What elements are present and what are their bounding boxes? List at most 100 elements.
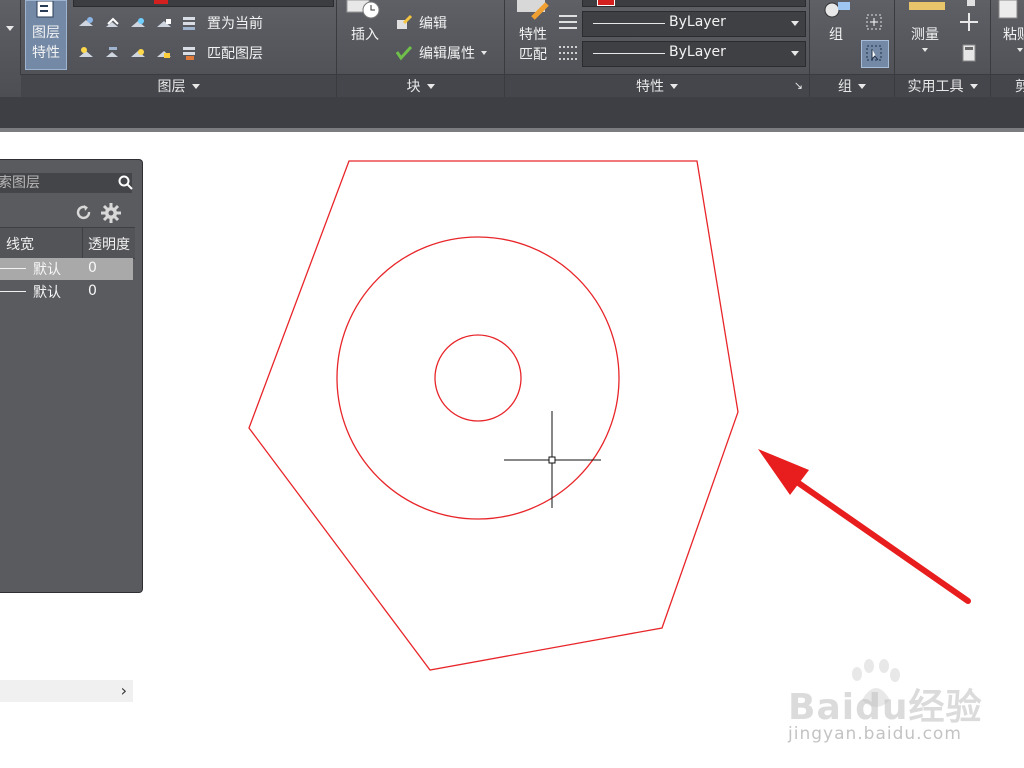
watermark-url: jingyan.baidu.com bbox=[788, 724, 962, 744]
layer-properties-icon bbox=[36, 1, 54, 18]
insert-label: 插入 bbox=[351, 27, 379, 43]
refresh-icon[interactable] bbox=[75, 204, 93, 222]
utilities-panel-title: 实用工具 bbox=[907, 79, 964, 95]
chevron-down-icon bbox=[426, 83, 435, 89]
clipboard-icon bbox=[998, 0, 1018, 19]
block-panel-title: 块 bbox=[406, 79, 421, 95]
watermark-brand: Baidu经验 bbox=[788, 687, 983, 728]
chevron-down-icon bbox=[858, 83, 866, 89]
match-properties-label-1: 特性 bbox=[519, 27, 547, 43]
lineweight-sample bbox=[0, 291, 26, 292]
search-icon[interactable] bbox=[118, 175, 134, 191]
dialog-launcher-icon[interactable]: ↘ bbox=[794, 79, 803, 92]
insert-block-icon bbox=[346, 0, 380, 19]
layer-unlock-icon[interactable] bbox=[155, 44, 173, 62]
calculator-icon[interactable] bbox=[959, 43, 979, 63]
layer-properties-button[interactable]: 图层 特性 bbox=[25, 0, 67, 70]
edit-attributes-icon[interactable] bbox=[395, 44, 413, 62]
transparency-column-header[interactable]: 透明度 bbox=[88, 234, 130, 254]
measure-button[interactable]: 测量 bbox=[899, 0, 951, 68]
layer-thaw-icon[interactable] bbox=[129, 44, 147, 62]
lineweight-icon bbox=[559, 46, 577, 60]
layer-dropdown[interactable] bbox=[73, 0, 334, 7]
linetype-value: ByLayer bbox=[669, 14, 726, 30]
annotation-arrow-icon bbox=[758, 449, 971, 604]
paste-label[interactable]: 粘贴 bbox=[1003, 25, 1024, 45]
point-icon[interactable] bbox=[959, 12, 979, 32]
layer-search-input[interactable]: 索图层 bbox=[0, 173, 132, 193]
properties-panel-title: 特性 bbox=[636, 79, 664, 95]
edit-attributes-label[interactable]: 编辑属性 bbox=[419, 43, 475, 63]
ribbon-left-arrow[interactable] bbox=[6, 26, 14, 31]
edit-block-label[interactable]: 编辑 bbox=[419, 13, 447, 33]
group-panel-footer[interactable]: 组 bbox=[810, 74, 894, 97]
linetype-select[interactable]: ByLayer bbox=[582, 11, 806, 37]
set-current-icon[interactable] bbox=[181, 14, 199, 32]
layer-off-icon[interactable] bbox=[77, 14, 95, 32]
group-selection-toggle[interactable] bbox=[861, 40, 889, 68]
layer-lock-icon[interactable] bbox=[155, 14, 173, 32]
clipboard-ribbon-panel: 粘贴 剪 bbox=[991, 0, 1024, 97]
group-panel-title: 组 bbox=[838, 79, 852, 95]
chevron-down-icon[interactable] bbox=[481, 51, 487, 55]
transparency-value: 0 bbox=[88, 283, 97, 299]
clipboard-panel-title: 剪 bbox=[1015, 79, 1024, 95]
gear-icon[interactable] bbox=[101, 203, 121, 223]
group-button[interactable]: 组 bbox=[814, 0, 858, 68]
utilities-ribbon-panel: 测量 实用工具 bbox=[895, 0, 991, 97]
chevron-down-icon bbox=[191, 83, 200, 89]
layer-isolate-icon[interactable] bbox=[103, 14, 121, 32]
ribbon: 图层 特性 置为当前 匹配图层 图层 插入 编辑 编辑属性 块 特性 匹配 By… bbox=[0, 0, 1024, 97]
chevron-down-icon bbox=[969, 83, 978, 89]
layer-table-header: 线宽 透明度 bbox=[0, 227, 135, 259]
layer-freeze-icon[interactable] bbox=[129, 14, 147, 32]
insert-button[interactable]: 插入 bbox=[339, 0, 387, 68]
lineweight-column-header[interactable]: 线宽 bbox=[6, 234, 34, 254]
match-properties-icon bbox=[517, 0, 549, 20]
chevron-down-icon bbox=[1017, 48, 1023, 52]
match-layer-icon[interactable] bbox=[181, 44, 199, 62]
group-icon bbox=[824, 2, 850, 18]
layer-on-icon[interactable] bbox=[77, 44, 95, 62]
group-edit-icon[interactable] bbox=[864, 12, 884, 32]
chevron-right-icon[interactable]: › bbox=[121, 681, 127, 700]
crosshair-cursor-icon bbox=[504, 411, 601, 508]
layer-row[interactable]: 默认 0 bbox=[0, 281, 133, 303]
clipboard-panel-footer[interactable]: 剪 bbox=[991, 74, 1024, 97]
layer-properties-palette: 索图层 线宽 透明度 默认 0 默认 0 › bbox=[0, 159, 143, 702]
tab-bar-divider bbox=[0, 128, 1024, 132]
lineweight-value: 默认 bbox=[33, 262, 61, 278]
watermark-text: Baidu经验 bbox=[788, 678, 982, 730]
match-layer-label[interactable]: 匹配图层 bbox=[207, 43, 263, 63]
block-panel-footer[interactable]: 块 bbox=[337, 74, 504, 97]
chevron-down-icon bbox=[670, 83, 678, 89]
layer-ribbon-panel: 图层 特性 置为当前 匹配图层 图层 bbox=[21, 0, 337, 97]
utilities-panel-footer[interactable]: 实用工具 bbox=[895, 74, 990, 97]
layer-panel-footer[interactable]: 图层 bbox=[21, 74, 336, 97]
match-properties-label-2: 匹配 bbox=[519, 47, 547, 63]
file-tab-bar bbox=[0, 97, 1024, 128]
layer-search-placeholder: 索图层 bbox=[0, 175, 40, 191]
layer-properties-label-2: 特性 bbox=[32, 45, 60, 61]
cursor-icon bbox=[866, 45, 882, 61]
heptagon-shape[interactable] bbox=[248, 160, 739, 671]
block-ribbon-panel: 插入 编辑 编辑属性 块 bbox=[337, 0, 505, 97]
layer-panel-title: 图层 bbox=[157, 79, 186, 95]
properties-ribbon-panel: 特性 匹配 ByLayer ByLayer 特性 ↘ bbox=[505, 0, 810, 97]
match-properties-button[interactable]: 特性 匹配 bbox=[507, 0, 559, 68]
layer-unisolate-icon[interactable] bbox=[103, 44, 121, 62]
set-current-label[interactable]: 置为当前 bbox=[207, 13, 263, 33]
group-ribbon-panel: 组 组 bbox=[810, 0, 895, 97]
properties-panel-footer[interactable]: 特性 ↘ bbox=[505, 74, 809, 97]
layer-row[interactable]: 默认 0 bbox=[0, 258, 133, 280]
horizontal-scrollbar[interactable]: › bbox=[0, 680, 133, 702]
chevron-down-icon bbox=[922, 48, 928, 52]
inner-circle-shape[interactable] bbox=[434, 334, 522, 422]
layer-properties-label-1: 图层 bbox=[32, 25, 60, 41]
color-dropdown[interactable] bbox=[582, 0, 806, 7]
lineweight-sample bbox=[0, 268, 26, 269]
edit-block-icon[interactable] bbox=[395, 14, 413, 32]
transparency-value: 0 bbox=[88, 260, 97, 276]
lineweight-select[interactable]: ByLayer bbox=[582, 41, 806, 67]
outer-circle-shape[interactable] bbox=[336, 236, 620, 520]
